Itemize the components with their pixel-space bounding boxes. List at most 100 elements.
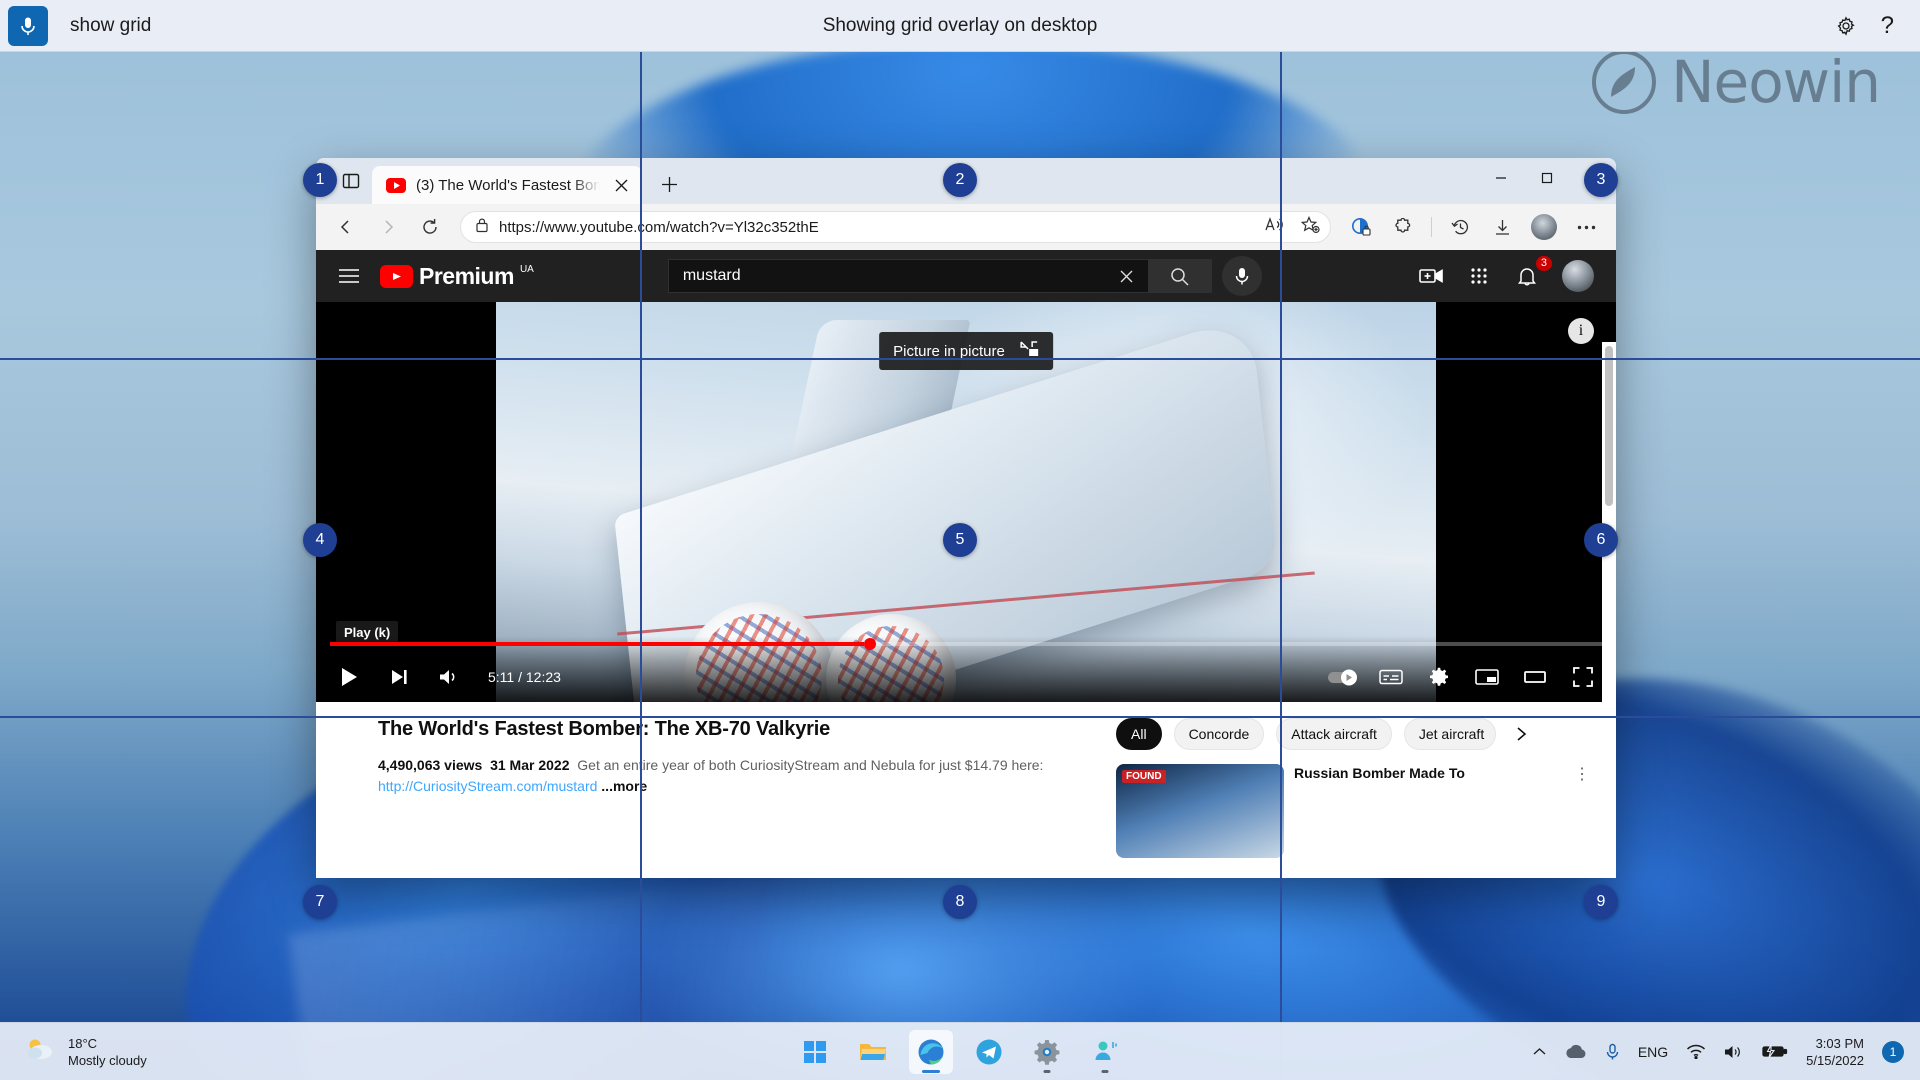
chip-all[interactable]: All: [1116, 718, 1162, 750]
youtube-page: Premium UA mustard 3 Picture in picture …: [316, 250, 1616, 878]
search-button[interactable]: [1147, 259, 1212, 293]
file-explorer[interactable]: [851, 1030, 895, 1074]
player-right-controls: [1326, 660, 1600, 694]
gear-icon[interactable]: [1422, 660, 1456, 694]
speaker-icon[interactable]: [1724, 1044, 1744, 1060]
app-running-indicator: [1043, 1069, 1051, 1073]
cloud-icon[interactable]: [1565, 1044, 1587, 1059]
tab-actions-icon[interactable]: [334, 164, 368, 198]
youtube-header: Premium UA mustard 3: [316, 250, 1616, 302]
language-indicator[interactable]: ENG: [1638, 1044, 1668, 1060]
filter-chips: All Concorde Attack aircraft Jet aircraf…: [1116, 718, 1590, 750]
video-player[interactable]: Picture in picture i Play (k) 5:11 / 12:…: [316, 302, 1616, 702]
player-time: 5:11 / 12:23: [488, 669, 561, 685]
chip-concorde[interactable]: Concorde: [1173, 718, 1265, 750]
volume-icon[interactable]: [432, 660, 466, 694]
clock[interactable]: 3:03 PM 5/15/2022: [1806, 1035, 1864, 1069]
hamburger-icon[interactable]: [332, 259, 366, 293]
autoplay-toggle-icon[interactable]: [1326, 660, 1360, 694]
arrow-left-icon[interactable]: [328, 211, 364, 243]
address-bar[interactable]: https://www.youtube.com/watch?v=Yl32c352…: [460, 211, 1331, 243]
wifi-icon[interactable]: [1686, 1044, 1706, 1059]
browser-tab[interactable]: (3) The World's Fastest Bomber: T: [372, 166, 642, 204]
theater-mode-icon[interactable]: [1518, 660, 1552, 694]
next-track-icon[interactable]: [382, 660, 416, 694]
ellipsis-vertical-icon[interactable]: ⋮: [1574, 764, 1590, 858]
video-primary-info: The World's Fastest Bomber: The XB-70 Va…: [316, 718, 1116, 878]
youtube-search-area: mustard: [667, 256, 1262, 296]
picture-in-picture-tooltip: Picture in picture: [879, 332, 1053, 370]
close-icon[interactable]: [610, 174, 632, 196]
question-mark-icon[interactable]: ?: [1881, 13, 1894, 38]
history-icon[interactable]: [1442, 211, 1478, 243]
progress-bar[interactable]: [330, 638, 1602, 650]
chevron-up-icon[interactable]: [1532, 1046, 1547, 1058]
address-bar-url: https://www.youtube.com/watch?v=Yl32c352…: [499, 218, 819, 236]
plus-icon[interactable]: [652, 167, 686, 201]
weather-condition: Mostly cloudy: [68, 1052, 147, 1068]
chip-jet-aircraft[interactable]: Jet aircraft: [1403, 718, 1496, 750]
neowin-wordmark: Neowin: [1671, 48, 1881, 116]
ellipsis-icon[interactable]: [1568, 211, 1604, 243]
gear-icon[interactable]: [1833, 13, 1859, 39]
show-more-button[interactable]: ...more: [601, 778, 647, 794]
read-aloud-icon[interactable]: [1264, 216, 1283, 238]
search-input[interactable]: mustard: [667, 259, 1148, 293]
close-icon[interactable]: [1110, 260, 1144, 292]
voice-search-icon[interactable]: [1221, 256, 1262, 296]
extensions-icon[interactable]: [1385, 211, 1421, 243]
recommendation-item[interactable]: FOUND Russian Bomber Made To ⋮: [1116, 764, 1590, 858]
microphone-icon[interactable]: [8, 5, 48, 46]
download-icon[interactable]: [1484, 211, 1520, 243]
notification-count-badge[interactable]: 1: [1882, 1040, 1904, 1063]
minimize-icon[interactable]: [1478, 158, 1524, 198]
start-button[interactable]: [793, 1030, 837, 1074]
voice-access-bar: show grid Showing grid overlay on deskto…: [0, 0, 1920, 52]
play-icon[interactable]: [332, 660, 366, 694]
chip-attack-aircraft[interactable]: Attack aircraft: [1276, 718, 1392, 750]
video-description-link[interactable]: http://CuriosityStream.com/mustard: [378, 778, 597, 794]
video-views: 4,490,063 views: [378, 757, 483, 773]
avatar[interactable]: [1562, 260, 1594, 292]
desktop-root: Neowin (3) The World's Fastest Bomber: T: [0, 0, 1920, 1080]
youtube-logo-region: UA: [519, 263, 534, 275]
edge-browser-window[interactable]: (3) The World's Fastest Bomber: T: [316, 158, 1616, 878]
telegram[interactable]: [967, 1030, 1011, 1074]
microsoft-edge[interactable]: [909, 1029, 953, 1074]
weather-temperature: 18°C: [68, 1035, 98, 1051]
progress-knob[interactable]: [864, 638, 877, 650]
miniplayer-icon[interactable]: [1470, 660, 1504, 694]
youtube-logo-text: Premium: [419, 262, 514, 289]
battery-charging-icon[interactable]: [1762, 1044, 1788, 1059]
page-scrollbar[interactable]: [1602, 342, 1616, 878]
info-icon[interactable]: i: [1568, 318, 1594, 344]
avatar[interactable]: [1526, 211, 1562, 243]
microphone-icon[interactable]: [1605, 1043, 1620, 1061]
youtube-apps-icon[interactable]: [1466, 263, 1492, 289]
clock-time: 3:03 PM: [1815, 1035, 1864, 1051]
refresh-icon[interactable]: [412, 211, 448, 243]
video-secondary-column: All Concorde Attack aircraft Jet aircraf…: [1116, 718, 1616, 878]
subtitles-icon[interactable]: [1374, 660, 1408, 694]
scrollbar-thumb[interactable]: [1605, 346, 1613, 506]
app-running-indicator: [1101, 1069, 1109, 1073]
bell-icon[interactable]: 3: [1514, 256, 1552, 289]
lock-icon: [475, 217, 489, 238]
settings[interactable]: [1025, 1030, 1069, 1074]
create-video-icon[interactable]: [1418, 263, 1444, 289]
weather-widget[interactable]: 18°C Mostly cloudy: [0, 1035, 147, 1069]
fullscreen-icon[interactable]: [1566, 660, 1600, 694]
tracking-prevention-icon[interactable]: [1343, 211, 1379, 243]
voice-access[interactable]: [1083, 1030, 1127, 1074]
recommendation-thumbnail[interactable]: FOUND: [1116, 764, 1284, 858]
youtube-premium-logo[interactable]: Premium UA: [380, 263, 534, 290]
video-date: 31 Mar 2022: [490, 757, 570, 773]
youtube-header-actions: 3: [1418, 256, 1600, 292]
voice-access-status: Showing grid overlay on desktop: [822, 14, 1098, 36]
chevron-right-icon[interactable]: [1508, 721, 1534, 747]
close-icon[interactable]: [1570, 158, 1616, 198]
maximize-icon[interactable]: [1524, 158, 1570, 198]
star-add-icon[interactable]: [1300, 215, 1320, 239]
neowin-logo-icon: [1591, 49, 1657, 115]
active-app-indicator: [922, 1069, 940, 1073]
